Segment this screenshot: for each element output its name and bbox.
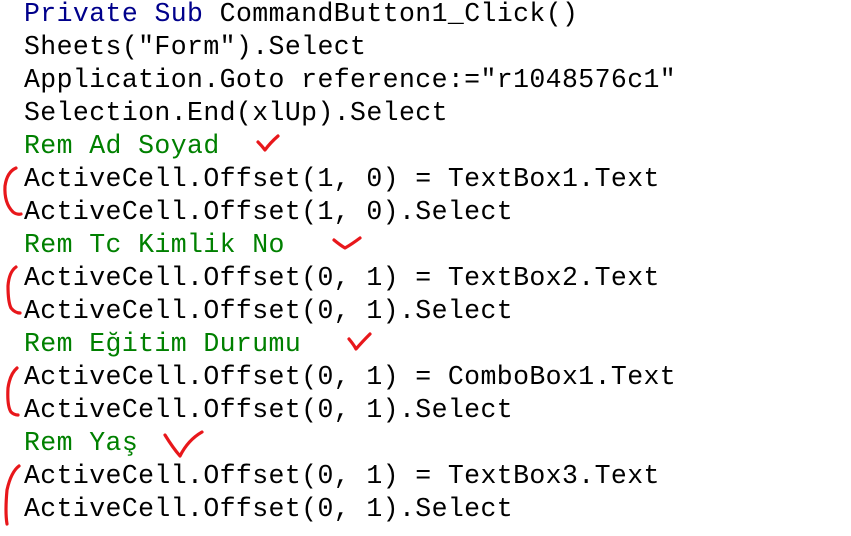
code-line-2: Sheets("Form").Select	[24, 32, 367, 62]
comment-ad-soyad: Rem Ad Soyad	[24, 131, 220, 161]
code-line-7: ActiveCell.Offset(1, 0).Select	[24, 197, 514, 227]
code-line-13: ActiveCell.Offset(0, 1).Select	[24, 395, 514, 425]
bracket-icon	[4, 464, 21, 526]
code-line-1: Private Sub CommandButton1_Click()	[24, 0, 676, 31]
code-line-16: ActiveCell.Offset(0, 1).Select	[24, 494, 514, 524]
bracket-icon	[6, 265, 22, 315]
bracket-icon	[6, 366, 20, 417]
comment-egitim-durumu: Rem Eğitim Durumu	[24, 329, 302, 359]
comment-tc-kimlik-no: Rem Tc Kimlik No	[24, 230, 285, 260]
code-line-15: ActiveCell.Offset(0, 1) = TextBox3.Text	[24, 461, 660, 491]
code-line-3: Application.Goto reference:="r1048576c1"	[24, 65, 677, 95]
code-block: Private Sub CommandButton1_Click() Sheet…	[24, 0, 676, 526]
comment-yas: Rem Yaş	[24, 428, 139, 458]
code-line-9: ActiveCell.Offset(0, 1) = TextBox2.Text	[24, 263, 660, 293]
keyword-private: Private	[24, 0, 139, 29]
procedure-name: CommandButton1_Click()	[219, 0, 579, 29]
code-editor[interactable]: Private Sub CommandButton1_Click() Sheet…	[0, 0, 851, 536]
code-line-12: ActiveCell.Offset(0, 1) = ComboBox1.Text	[24, 362, 677, 392]
code-line-6: ActiveCell.Offset(1, 0) = TextBox1.Text	[24, 164, 660, 194]
keyword-sub: Sub	[154, 0, 204, 29]
bracket-icon	[3, 166, 23, 216]
code-line-4: Selection.End(xlUp).Select	[24, 98, 448, 128]
code-line-10: ActiveCell.Offset(0, 1).Select	[24, 296, 514, 326]
